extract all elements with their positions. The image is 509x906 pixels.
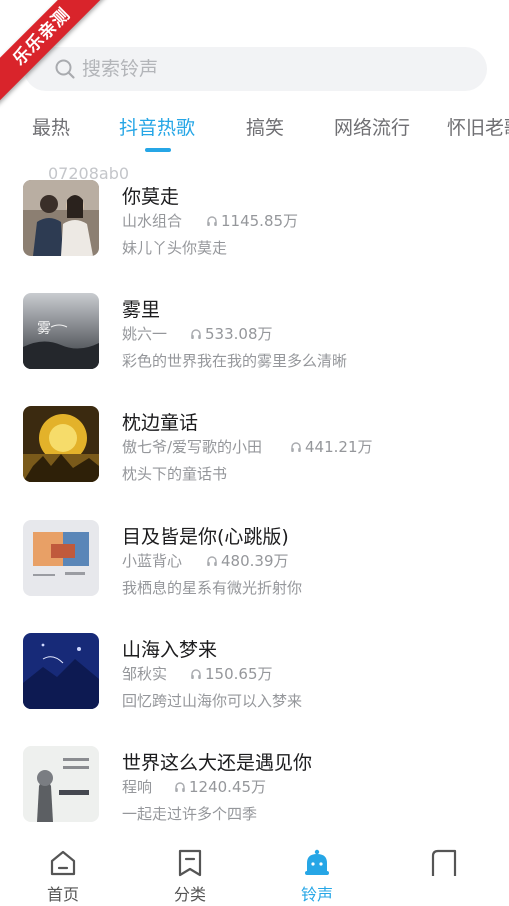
list-item[interactable]: 目及皆是你(心跳版) 小蓝背心 480.39万 我栖息的星系有微光折射你 [0,520,509,600]
list-item[interactable]: 你莫走 山水组合 1145.85万 妹儿丫头你莫走 [0,180,509,260]
play-count: 1240.45万 [174,776,266,797]
play-count-value: 150.65万 [205,665,273,683]
song-title: 枕边童话 [122,412,199,434]
search-input[interactable] [80,57,464,81]
bookmark-icon [178,849,202,877]
song-title: 山海入梦来 [122,639,218,661]
list-item[interactable]: 雾 雾里 姚六一 533.08万 彩色的世界我在我的雾里多么清晰 [0,293,509,373]
nav-label: 首页 [46,885,79,904]
song-title: 目及皆是你(心跳版) [122,526,289,548]
nav-ringtones[interactable]: 铃声 [272,836,362,906]
nav-profile[interactable] [399,836,489,906]
tab-douyin[interactable]: 抖音热歌 [119,113,195,140]
album-cover [23,746,99,822]
tab-hot[interactable]: 最热 [32,113,70,140]
nav-category[interactable]: 分类 [145,836,235,906]
category-tabs: 最热 抖音热歌 搞笑 网络流行 怀旧老歌 [0,107,509,157]
partial-icon [431,849,457,876]
song-artist: 傲七爷/爱写歌的小田 [122,438,263,456]
song-artist: 山水组合 [122,212,183,230]
nav-label: 铃声 [300,885,333,904]
song-title: 世界这么大还是遇见你 [122,752,313,774]
play-count-value: 533.08万 [205,325,273,343]
song-artist: 邹秋实 [122,665,168,683]
play-count-value: 441.21万 [305,438,373,456]
song-lyric: 彩色的世界我在我的雾里多么清晰 [122,352,348,370]
tab-oldies[interactable]: 怀旧老歌 [447,113,509,140]
list-item[interactable]: 世界这么大还是遇见你 程响 1240.45万 一起走过许多个四季 [0,746,509,826]
ribbon-label: 乐乐亲测 [0,0,110,105]
album-cover [23,406,99,482]
tab-internet-popular[interactable]: 网络流行 [334,113,410,140]
list-item[interactable]: 山海入梦来 邹秋实 150.65万 回忆跨过山海你可以入梦来 [0,633,509,713]
play-count: 150.65万 [190,663,273,684]
song-lyric: 回忆跨过山海你可以入梦来 [122,692,303,710]
song-lyric: 妹儿丫头你莫走 [122,239,228,257]
headphones-icon [207,215,217,226]
song-lyric: 枕头下的童话书 [122,465,228,483]
list-item[interactable]: 枕边童话 傲七爷/爱写歌的小田 441.21万 枕头下的童话书 [0,406,509,486]
corner-ribbon: 乐乐亲测 [0,0,110,110]
play-count: 533.08万 [190,323,273,344]
play-count-value: 1240.45万 [189,778,267,796]
album-cover: 雾 [23,293,99,369]
bottom-nav: 首页 分类 铃声 [0,836,509,906]
song-lyric: 我栖息的星系有微光折射你 [122,579,303,597]
tab-funny[interactable]: 搞笑 [246,113,284,140]
album-cover [23,520,99,596]
svg-text:雾: 雾 [37,321,51,337]
headphones-icon [207,555,217,566]
song-artist: 小蓝背心 [122,552,183,570]
headphones-icon [191,668,201,679]
home-icon [50,850,76,876]
active-tab-indicator [145,148,171,152]
song-artist: 程响 [122,778,153,796]
bell-icon [305,849,329,875]
headphones-icon [291,441,301,452]
headphones-icon [191,328,201,339]
nav-label: 分类 [173,885,206,904]
song-lyric: 一起走过许多个四季 [122,805,258,823]
headphones-icon [175,781,185,792]
song-title: 雾里 [122,299,161,321]
song-artist: 姚六一 [122,325,168,343]
play-count: 1145.85万 [206,210,298,231]
album-cover [23,180,99,256]
play-count: 441.21万 [290,436,373,457]
nav-home[interactable]: 首页 [18,836,108,906]
play-count: 480.39万 [206,550,289,571]
album-cover [23,633,99,709]
song-title: 你莫走 [122,186,180,208]
play-count-value: 1145.85万 [221,212,299,230]
play-count-value: 480.39万 [221,552,289,570]
